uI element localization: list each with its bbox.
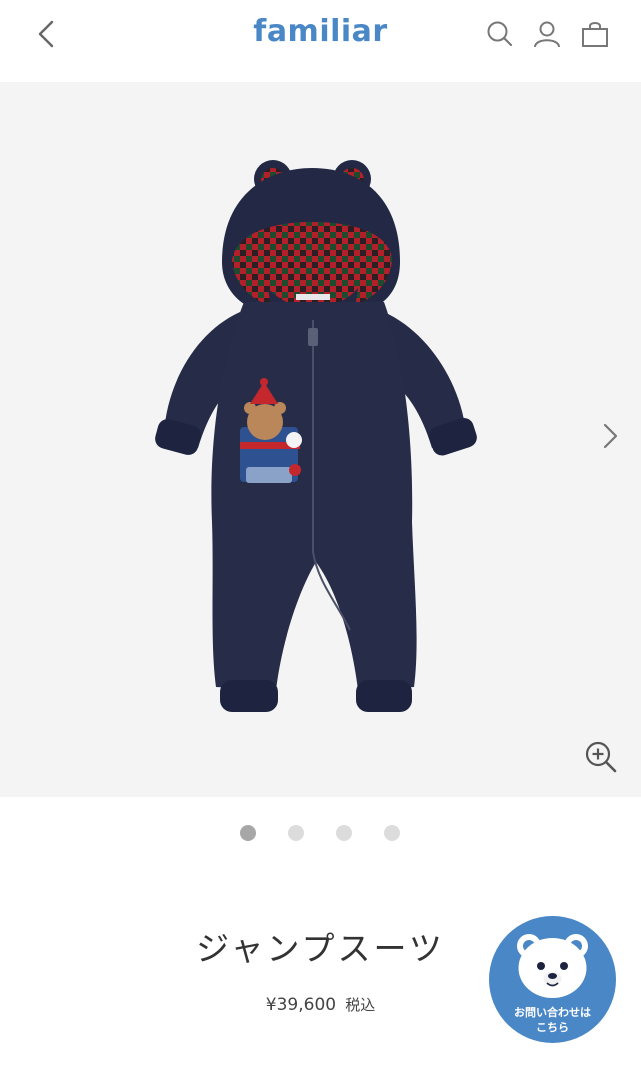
gallery-pagination xyxy=(0,825,641,843)
cart-button[interactable] xyxy=(575,14,615,54)
contact-label-line-1: お問い合わせは xyxy=(514,1006,591,1019)
product-image xyxy=(155,160,477,712)
shopping-bag-icon xyxy=(582,22,608,47)
chevron-right-icon xyxy=(603,423,618,449)
product-price: ¥39,600 xyxy=(265,995,337,1015)
contact-label: お問い合わせは こちら xyxy=(489,1005,616,1035)
search-button[interactable] xyxy=(480,14,520,54)
pagination-dot-4[interactable] xyxy=(384,825,400,841)
search-icon xyxy=(487,21,513,47)
zoom-in-icon xyxy=(585,741,617,773)
pagination-dot-1[interactable] xyxy=(240,825,256,841)
tax-label: 税込 xyxy=(345,996,376,1014)
next-image-button[interactable] xyxy=(594,420,626,452)
contact-button[interactable]: お問い合わせは こちら xyxy=(489,916,616,1043)
pagination-dot-3[interactable] xyxy=(336,825,352,841)
contact-label-line-2: こちら xyxy=(536,1021,569,1034)
user-icon xyxy=(534,21,560,48)
header: familiar xyxy=(0,0,641,80)
pagination-dot-2[interactable] xyxy=(288,825,304,841)
zoom-button[interactable] xyxy=(582,738,620,776)
product-image-gallery[interactable] xyxy=(0,82,641,797)
account-button[interactable] xyxy=(527,14,567,54)
